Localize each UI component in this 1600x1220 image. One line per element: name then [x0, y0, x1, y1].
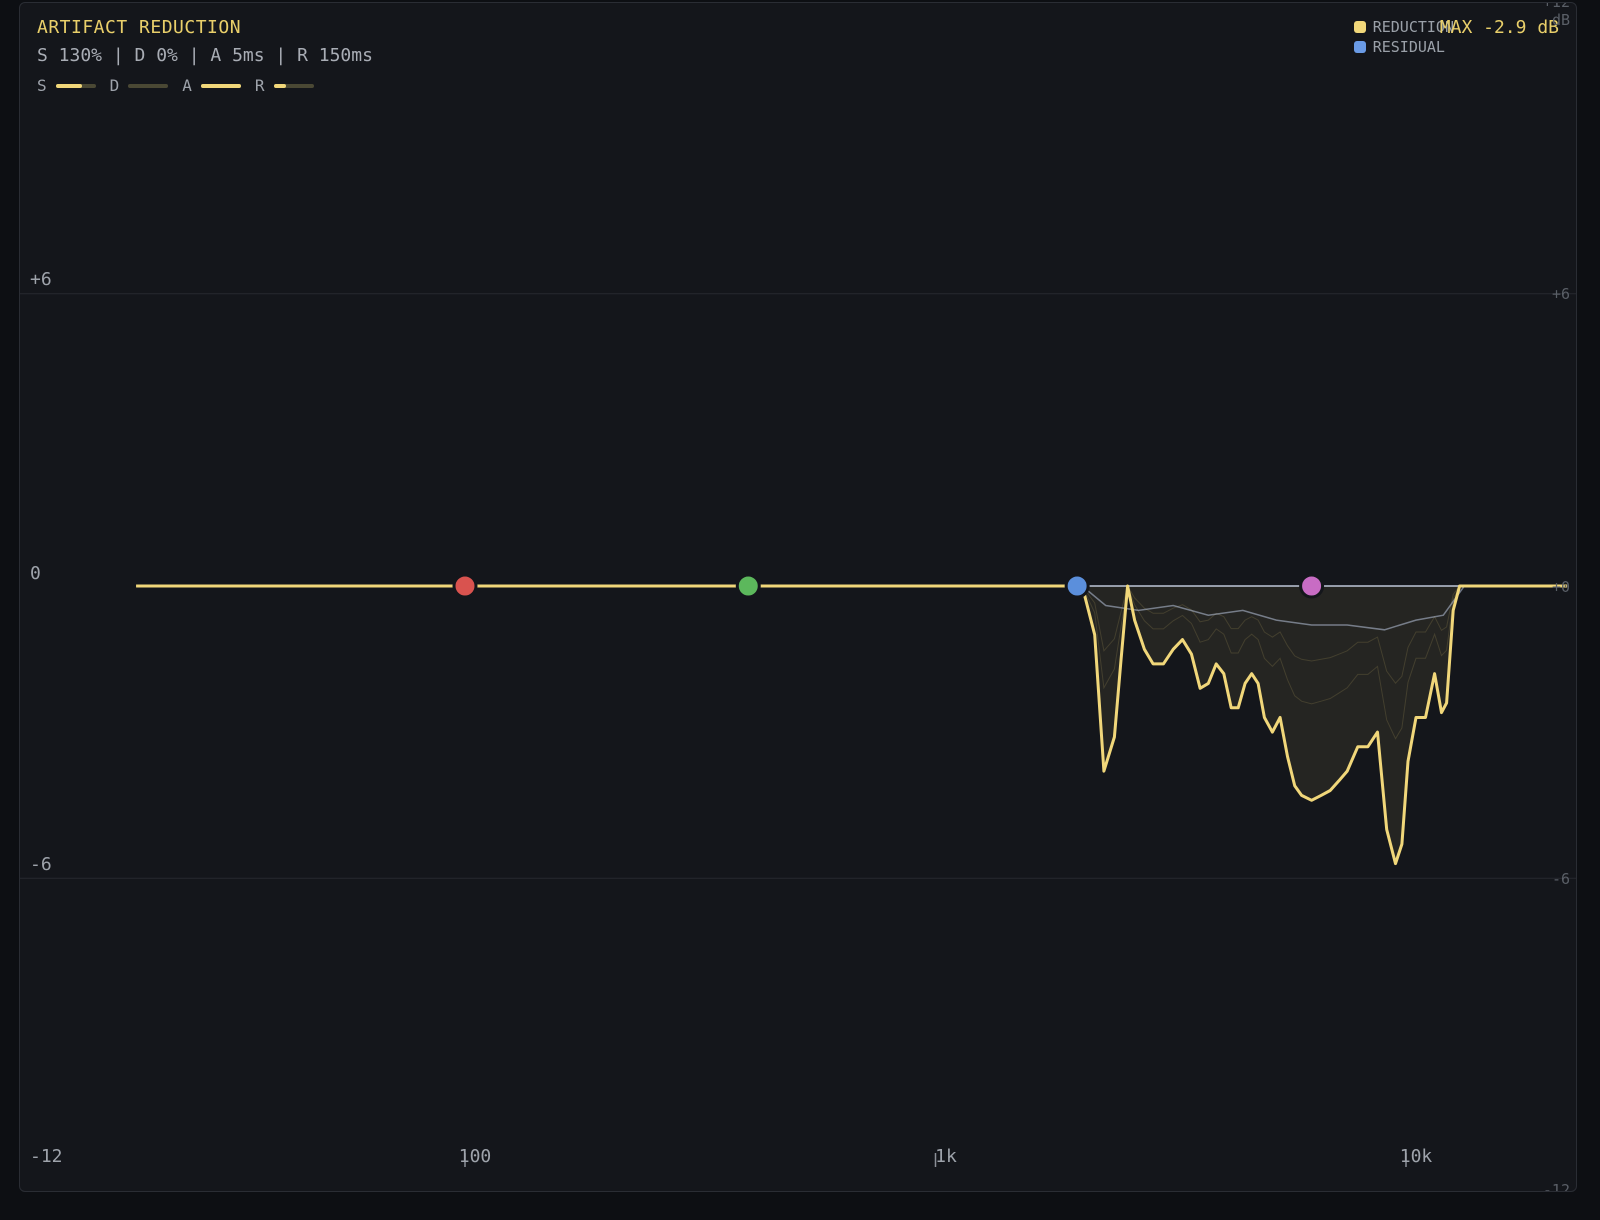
- legend-item-residual: RESIDUAL: [1353, 37, 1454, 57]
- y-tick-right: +12: [1542, 2, 1570, 11]
- legend-swatch: [1353, 41, 1366, 53]
- meter-track: [55, 83, 96, 88]
- x-tick-label: 100: [458, 1146, 492, 1167]
- y-tick-right: +0: [1551, 578, 1570, 596]
- meter-fill: [55, 83, 82, 88]
- y-tick-left: -6: [30, 854, 52, 875]
- meter-track: [200, 83, 241, 88]
- meter-label: S: [37, 76, 47, 95]
- y-tick-right: dB: [1551, 11, 1570, 29]
- meter-fill: [273, 83, 286, 88]
- meter-label: D: [109, 76, 120, 95]
- y-tick-right: -12: [1542, 1181, 1570, 1192]
- reduction-area: [136, 586, 1568, 864]
- artifact-reduction-panel: ARTIFACT REDUCTION S 130% | D 0% | A 5ms…: [19, 2, 1577, 1192]
- meter-r: R: [255, 76, 314, 95]
- x-tick-label: 1k: [935, 1146, 957, 1167]
- band-node: [1299, 573, 1325, 599]
- meter-d: D: [110, 76, 169, 95]
- band-node: [1064, 573, 1090, 599]
- reduction-plot[interactable]: [20, 3, 1577, 1192]
- x-tick-label: 10k: [1399, 1146, 1433, 1167]
- meter-a: A: [182, 76, 241, 95]
- meter-label: A: [182, 76, 192, 95]
- meter-s: S: [37, 76, 96, 95]
- band-node: [735, 573, 761, 599]
- meter-label: R: [254, 76, 265, 95]
- y-tick-left: +6: [30, 269, 52, 290]
- legend-label: RESIDUAL: [1372, 38, 1445, 56]
- panel-title: ARTIFACT REDUCTION: [37, 17, 242, 38]
- legend-swatch: [1353, 21, 1366, 33]
- param-meters: S D A R: [37, 76, 328, 95]
- band-node: [452, 573, 478, 599]
- meter-track: [128, 83, 169, 88]
- y-tick-left: -12: [30, 1146, 63, 1167]
- meter-fill: [200, 83, 241, 88]
- y-tick-left: 0: [30, 563, 41, 584]
- y-tick-right: -6: [1551, 870, 1570, 888]
- y-tick-right: +6: [1551, 285, 1570, 303]
- params-readout: S 130% | D 0% | A 5ms | R 150ms: [37, 45, 373, 66]
- max-reduction-readout: MAX -2.9 dB: [1439, 17, 1559, 38]
- meter-track: [273, 83, 314, 88]
